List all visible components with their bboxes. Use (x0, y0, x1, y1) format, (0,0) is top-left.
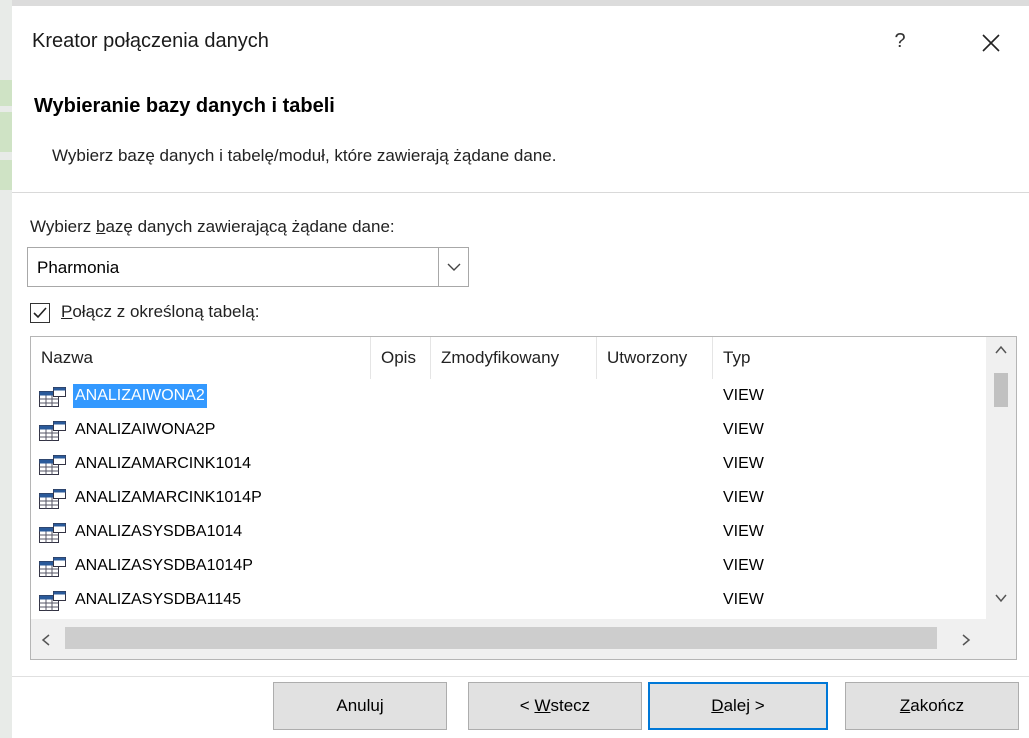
table-row[interactable]: ANALIZASYSDBA1014 VIEW (31, 515, 986, 549)
table-list[interactable]: Nazwa Opis Zmodyfikowany Utworzony Typ A… (30, 336, 1017, 660)
table-view-icon (39, 421, 67, 441)
column-header-name[interactable]: Nazwa (31, 337, 371, 379)
table-row[interactable]: ANALIZAIWONA2P VIEW (31, 413, 986, 447)
connect-table-label-text: Połącz z określoną tabelą: (61, 302, 260, 321)
table-view-icon (39, 557, 67, 577)
arrow-down-icon[interactable] (994, 589, 1008, 610)
window-title: Kreator połączenia danych (32, 30, 269, 52)
back-button-label: < Wstecz (519, 696, 591, 715)
table-view-icon (39, 387, 67, 407)
table-row-name: ANALIZASYSDBA1145 (75, 591, 242, 608)
checkmark-icon (33, 307, 47, 319)
table-row-type: VIEW (723, 421, 764, 438)
horizontal-scrollbar[interactable] (31, 619, 986, 659)
table-row[interactable]: ANALIZASYSDBA1014P VIEW (31, 549, 986, 583)
chevron-down-icon (447, 263, 460, 271)
database-select-value: Pharmonia (37, 258, 120, 277)
table-row-type: VIEW (723, 455, 764, 472)
background-window-strip (0, 0, 12, 738)
table-row-type: VIEW (723, 387, 764, 404)
table-view-icon (39, 455, 67, 475)
table-row[interactable]: ANALIZAMARCINK1014P VIEW (31, 481, 986, 515)
vertical-scroll-thumb[interactable] (994, 373, 1008, 407)
arrow-left-icon[interactable] (39, 631, 53, 652)
column-header-modified[interactable]: Zmodyfikowany (431, 337, 597, 379)
scrollbar-corner (986, 619, 1016, 659)
close-button[interactable] (974, 26, 1008, 60)
next-button[interactable]: Dalej > (648, 682, 828, 730)
table-row-type: VIEW (723, 557, 764, 574)
page-title: Wybieranie bazy danych i tabeli (34, 95, 335, 117)
arrow-up-icon[interactable] (994, 341, 1008, 362)
table-view-icon (39, 591, 67, 611)
connect-table-label[interactable]: Połącz z określoną tabelą: (61, 302, 259, 322)
table-view-icon (39, 523, 67, 543)
column-header-description[interactable]: Opis (371, 337, 431, 379)
database-select[interactable]: Pharmonia (27, 247, 469, 287)
table-row[interactable]: ANALIZAIWONA2 VIEW (31, 379, 986, 413)
table-row-name: ANALIZASYSDBA1014P (75, 557, 253, 574)
cancel-button[interactable]: Anuluj (273, 682, 447, 730)
vertical-scrollbar[interactable] (986, 337, 1016, 619)
header-divider (12, 192, 1029, 193)
dropdown-button[interactable] (438, 248, 468, 286)
table-row[interactable]: ANALIZASYSDBA1145 VIEW (31, 583, 986, 617)
table-row-name: ANALIZAIWONA2P (75, 421, 216, 438)
database-label-text: Wybierz bazę danych zawierającą żądane d… (30, 217, 395, 236)
table-row-type: VIEW (723, 489, 764, 506)
connect-table-checkbox[interactable] (30, 303, 50, 323)
database-label: Wybierz bazę danych zawierającą żądane d… (30, 217, 395, 237)
table-row-type: VIEW (723, 591, 764, 608)
table-row-name: ANALIZAMARCINK1014P (75, 489, 262, 506)
finish-button[interactable]: Zakończ (845, 682, 1019, 730)
horizontal-scroll-thumb[interactable] (65, 627, 937, 649)
table-view-icon (39, 489, 67, 509)
help-button[interactable]: ? (885, 26, 915, 56)
page-description: Wybierz bazę danych i tabelę/moduł, któr… (52, 146, 557, 165)
finish-button-label: Zakończ (899, 696, 965, 715)
table-row-name: ANALIZAIWONA2 (73, 384, 207, 408)
column-header-created[interactable]: Utworzony (597, 337, 713, 379)
table-row[interactable]: ANALIZAMARCINK1014 VIEW (31, 447, 986, 481)
table-row-name: ANALIZAMARCINK1014 (75, 455, 252, 472)
column-header-type[interactable]: Typ (713, 337, 986, 379)
table-row-name: ANALIZASYSDBA1014 (75, 523, 243, 540)
table-row-type: VIEW (723, 523, 764, 540)
next-button-label: Dalej > (711, 696, 765, 715)
arrow-right-icon[interactable] (959, 631, 973, 652)
back-button[interactable]: < Wstecz (468, 682, 642, 730)
footer-divider (12, 676, 1029, 677)
close-icon (982, 34, 1000, 52)
